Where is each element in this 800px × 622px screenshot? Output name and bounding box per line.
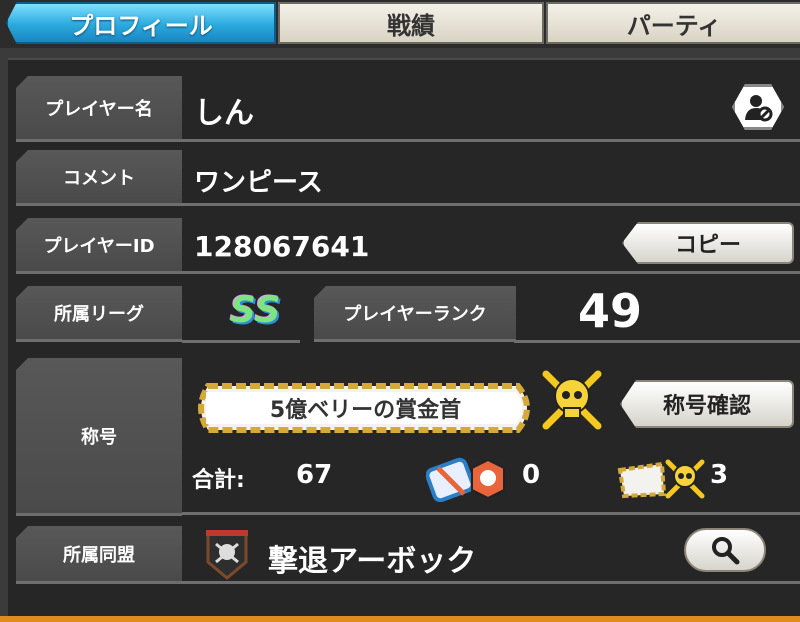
bounty-skull-icon [617, 459, 705, 499]
user-edit-icon [745, 95, 773, 122]
title-banner: 5億ベリーの賞金首 [198, 378, 543, 438]
comment-text: ワンピース [194, 168, 323, 198]
skull-crossbones-icon [542, 370, 602, 430]
alliance-name: 撃退アーボック [268, 544, 477, 579]
search-icon [712, 537, 740, 565]
divider [182, 581, 800, 584]
profile-settings-button[interactable] [732, 84, 784, 130]
alliance-label: 所属同盟 [16, 526, 182, 584]
player-name: しん [194, 96, 254, 131]
player-id-label: プレイヤーID [16, 218, 182, 274]
tab-profile[interactable]: プロフィール [6, 2, 276, 44]
comment-label: コメント [16, 150, 182, 206]
rank-label: プレイヤーランク [314, 286, 516, 342]
player-id: 128067641 [194, 230, 370, 263]
title-count-b: 3 [710, 460, 729, 490]
divider [182, 139, 800, 142]
title-count-a: 0 [522, 460, 541, 490]
tab-record[interactable]: 戦績 [278, 2, 544, 44]
title-label: 称号 [16, 358, 182, 516]
league-label: 所属リーグ [16, 286, 182, 342]
player-rank: 49 [578, 284, 643, 338]
copy-button[interactable]: コピー [622, 222, 794, 264]
title-name: 5億ベリーの賞金首 [269, 398, 462, 423]
total-label: 合計: [192, 468, 245, 493]
title-confirm-button[interactable]: 称号確認 [620, 380, 794, 428]
alliance-search-button[interactable] [684, 528, 766, 572]
tab-bar: プロフィール 戦績 パーティ [0, 0, 800, 48]
divider [514, 340, 800, 343]
alliance-flag-icon [206, 530, 248, 580]
divider [182, 271, 800, 274]
divider [182, 203, 800, 206]
title-medal-icon [426, 457, 505, 502]
league-badge: SS [230, 290, 281, 331]
divider [182, 340, 300, 343]
profile-panel: プレイヤー名 しん コメント ワンピース プレイヤーID 128067641 コ… [8, 58, 800, 618]
bottom-accent-bar [0, 616, 800, 622]
divider [182, 512, 800, 515]
player-name-label: プレイヤー名 [16, 76, 182, 142]
tab-party[interactable]: パーティ [546, 2, 800, 44]
profile-screen: プロフィール 戦績 パーティ プレイヤー名 しん コメント ワンピース プレイヤ… [0, 0, 800, 622]
total-value: 67 [296, 460, 333, 490]
